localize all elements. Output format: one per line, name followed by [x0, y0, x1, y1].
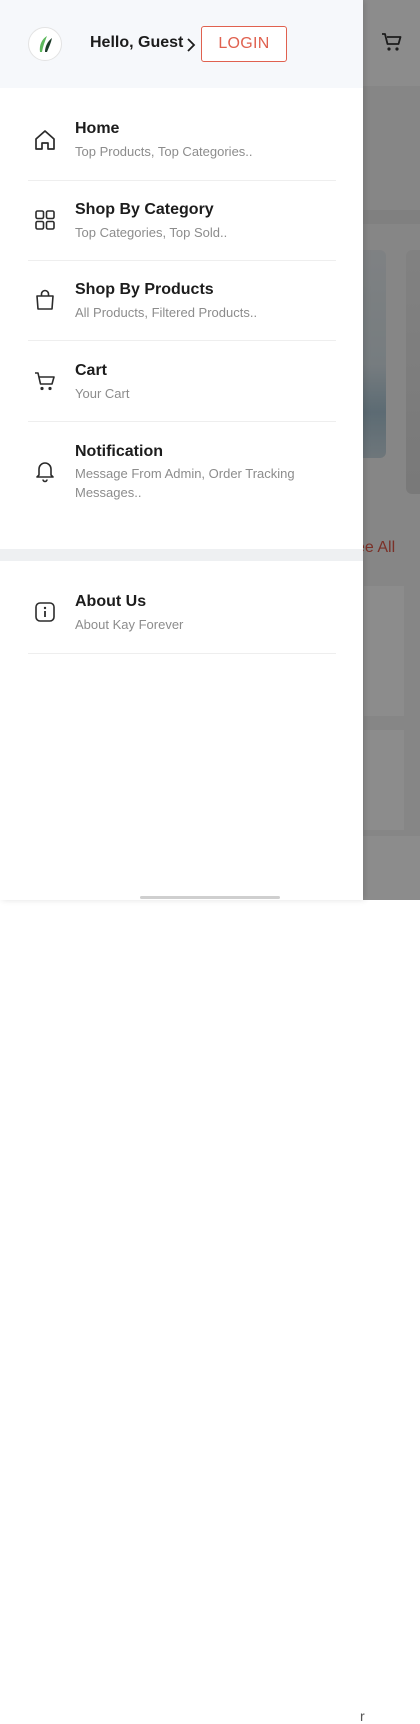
menu-item-title: Home	[75, 120, 120, 137]
menu-item-title: Shop By Category	[75, 201, 214, 218]
cart-icon	[35, 372, 55, 391]
grid-icon	[35, 210, 55, 230]
divider	[28, 340, 336, 341]
menu-item-subtitle: Top Categories, Top Sold..	[75, 225, 228, 240]
menu-item-title: Cart	[75, 362, 108, 379]
home-indicator[interactable]	[140, 896, 280, 899]
menu-item-about-us[interactable]: About Us About Kay Forever	[0, 573, 363, 653]
menu-item-title: Shop By Products	[75, 281, 214, 298]
menu-item-subtitle: Your Cart	[75, 386, 130, 401]
menu-item-shop-by-products[interactable]: Shop By Products All Products, Filtered …	[0, 261, 363, 341]
chevron-right-icon[interactable]	[186, 37, 196, 53]
home-icon	[35, 130, 55, 150]
brand-logo	[28, 27, 62, 61]
menu-item-cart[interactable]: Cart Your Cart	[0, 342, 363, 422]
menu-item-subtitle: Top Products, Top Categories..	[75, 144, 253, 159]
menu-item-title: About Us	[75, 593, 147, 610]
bell-icon	[36, 462, 54, 483]
menu-item-title: Notification	[75, 443, 163, 460]
navigation-drawer: Hello, Guest LOGIN Home Top Products, To…	[0, 0, 363, 900]
menu-item-subtitle: About Kay Forever	[75, 617, 184, 632]
bag-icon	[36, 289, 54, 310]
bottom-nav-label: r	[360, 1708, 365, 1724]
menu-item-notification[interactable]: Notification Message From Admin, Order T…	[0, 422, 363, 522]
divider	[28, 653, 336, 654]
drawer-header: Hello, Guest LOGIN	[0, 0, 363, 88]
section-separator	[0, 549, 363, 561]
leaf-logo-icon	[39, 36, 52, 52]
menu-item-subtitle: All Products, Filtered Products..	[75, 305, 258, 320]
menu-item-home[interactable]: Home Top Products, Top Categories..	[0, 100, 363, 180]
greeting-text[interactable]: Hello, Guest	[90, 34, 183, 52]
login-button[interactable]: LOGIN	[201, 26, 287, 62]
menu-item-subtitle: Message From Admin, Order Tracking Messa…	[75, 466, 295, 500]
menu-item-shop-by-category[interactable]: Shop By Category Top Categories, Top Sol…	[0, 181, 363, 261]
info-icon	[35, 602, 55, 622]
